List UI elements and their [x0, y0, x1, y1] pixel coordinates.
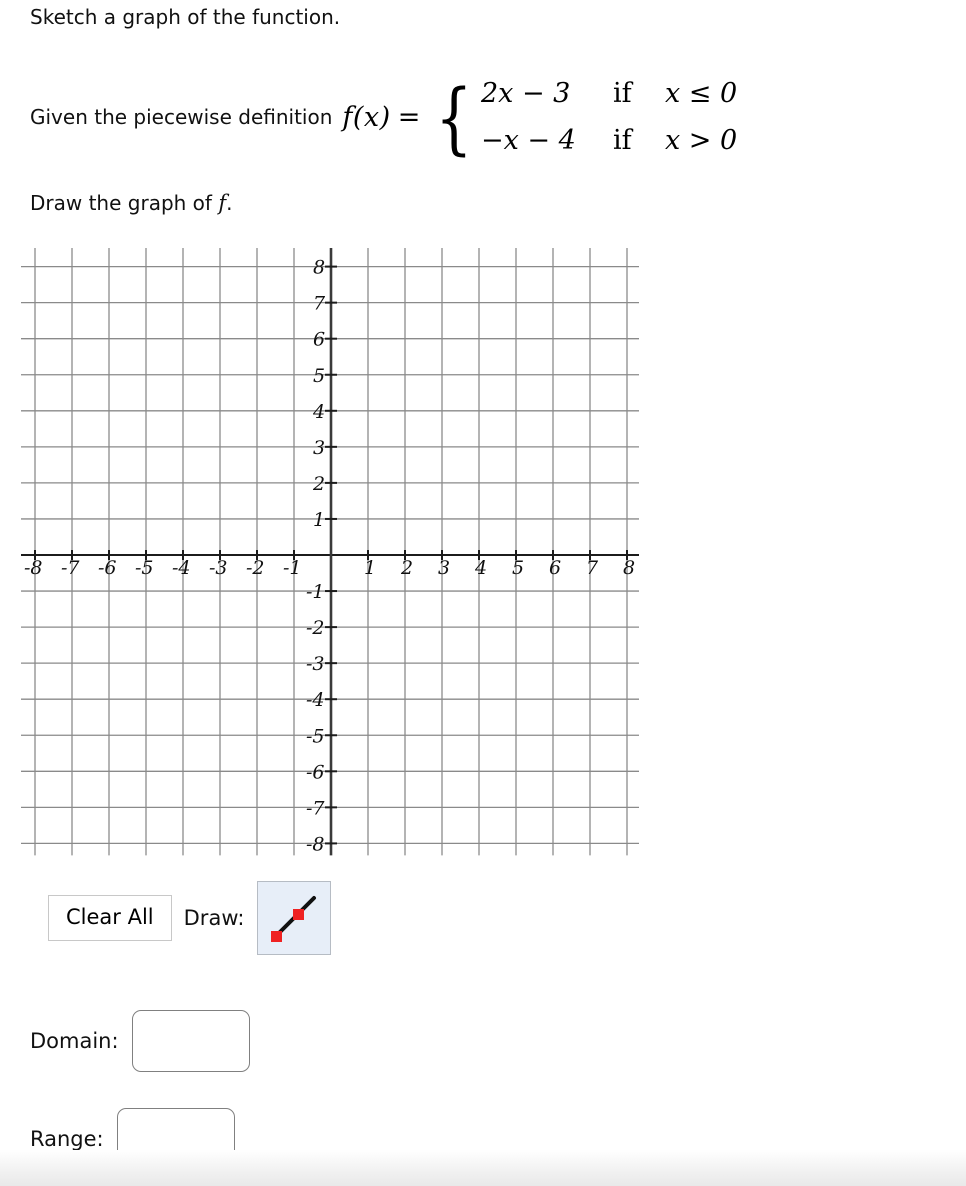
- range-label: Range:: [30, 1127, 104, 1151]
- graph-canvas[interactable]: -8 -7 -6 -5 -4 -3 -2 -1 1 2 3 4 5 6 7 8 8 7 6 5 4 3 2 1 -1 -2 -3-…: [0, 248, 660, 858]
- draw-label: Draw:: [183, 906, 245, 930]
- page-title: Sketch a graph of the function.: [30, 5, 341, 29]
- y-axis-tick-label: -7: [306, 797, 325, 819]
- y-axis-tick-label: 6: [313, 329, 325, 351]
- x-axis-tick-label: 7: [586, 557, 599, 579]
- y-axis-tick-label: 1: [313, 509, 325, 531]
- domain-input[interactable]: [131, 1010, 250, 1072]
- x-axis-tick-label: 6: [549, 557, 561, 579]
- draw-tool-line-segment-button[interactable]: [257, 881, 332, 955]
- x-axis-tick-label: -6: [98, 557, 117, 579]
- y-axis-tick-label: -5: [306, 725, 325, 747]
- case-row: −x − 4 if x > 0: [481, 117, 737, 164]
- x-axis-tick-label: -2: [246, 557, 265, 579]
- y-axis-tick-label: -2: [306, 617, 325, 639]
- domain-answer-row: Domain:: [30, 1010, 250, 1072]
- x-axis-tick-label: 3: [438, 557, 450, 579]
- x-axis-tick-label: 8: [623, 557, 635, 579]
- y-axis-tick-label: -1: [306, 581, 325, 603]
- y-axis-tick-label: 2: [312, 473, 325, 495]
- y-axis-tick-label: 7: [313, 293, 326, 315]
- case-condition: x > 0: [664, 125, 738, 156]
- y-axis-tick-label: 3: [313, 437, 325, 459]
- y-axis-tick-label: 8: [313, 257, 325, 279]
- x-axis-tick-label: -1: [283, 557, 302, 579]
- line-segment-icon: [271, 896, 317, 942]
- x-axis-tick-label: 1: [364, 557, 376, 579]
- draw-instruction-suffix: .: [226, 191, 233, 215]
- x-axis-tick-label: -8: [24, 557, 43, 579]
- x-axis-tick-label: 4: [474, 557, 487, 579]
- piecewise-definition: Given the piecewise definition f(x) = { …: [30, 70, 737, 164]
- y-axis-tick-label: 5: [313, 365, 325, 387]
- function-label: f(x): [342, 101, 391, 133]
- cases-block: 2x − 3 if x ≤ 0 −x − 4 if x > 0: [481, 70, 737, 164]
- y-axis-tick-label: -8: [306, 833, 325, 855]
- x-axis-tick-labels: -8 -7 -6 -5 -4 -3 -2 -1 1 2 3 4 5 6 7 8: [24, 557, 635, 579]
- case-expression: 2x − 3: [480, 78, 571, 109]
- draw-instruction-prefix: Draw the graph of: [30, 191, 219, 215]
- case-row: 2x − 3 if x ≤ 0: [481, 70, 737, 117]
- x-axis-tick-label: -7: [61, 557, 80, 579]
- coordinate-plane[interactable]: -8 -7 -6 -5 -4 -3 -2 -1 1 2 3 4 5 6 7 8 87654321-1-2-3-…: [0, 248, 660, 858]
- bottom-gradient-strip: [0, 1150, 966, 1186]
- given-lead-text: Given the piecewise definition: [30, 105, 333, 129]
- drawing-toolbar: Clear All Draw:: [48, 881, 332, 955]
- y-axis-tick-label: 4: [312, 401, 325, 423]
- line-handle-end-icon: [293, 909, 305, 920]
- x-axis-tick-label: -5: [135, 557, 154, 579]
- x-axis-tick-label: 2: [400, 557, 413, 579]
- x-axis-tick-label: -3: [209, 557, 228, 579]
- case-if-keyword: if: [612, 125, 632, 156]
- y-axis-tick-label: -6: [306, 761, 325, 783]
- clear-all-button[interactable]: Clear All: [48, 895, 172, 941]
- equals-sign: =: [397, 101, 421, 133]
- domain-label: Domain:: [30, 1029, 119, 1053]
- draw-instruction: Draw the graph of f.: [30, 190, 232, 216]
- y-axis-tick-label: -4: [306, 689, 325, 711]
- x-axis-tick-label: 5: [512, 557, 524, 579]
- case-expression: −x − 4: [480, 125, 576, 156]
- x-axis-tick-label: -4: [172, 557, 191, 579]
- line-handle-start-icon: [271, 931, 283, 942]
- y-axis-tick-label: -3: [306, 653, 325, 675]
- case-if-keyword: if: [612, 78, 632, 109]
- case-condition: x ≤ 0: [664, 78, 738, 109]
- draw-instruction-symbol: f: [218, 191, 227, 215]
